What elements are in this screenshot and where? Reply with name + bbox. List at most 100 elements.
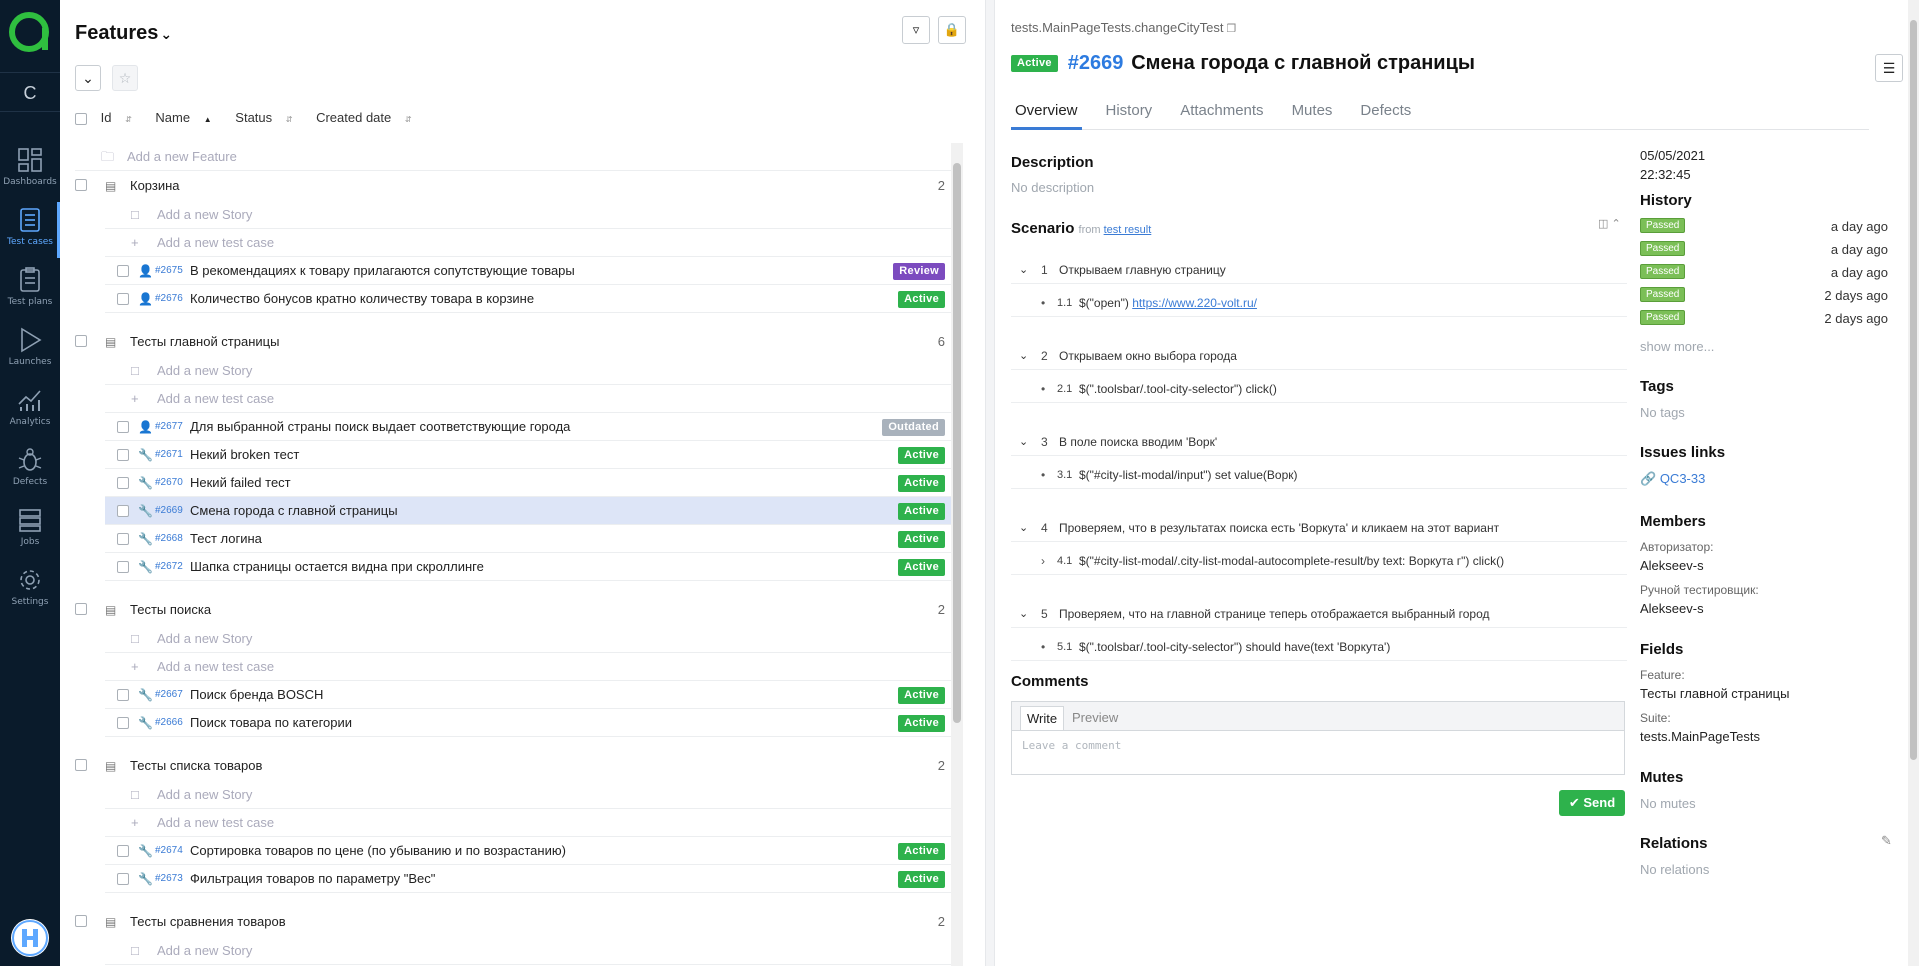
add-story-row[interactable]: □ Add a new Story (105, 937, 955, 965)
tab-defects[interactable]: Defects (1356, 100, 1415, 127)
allure-logo-icon[interactable] (8, 10, 52, 54)
add-test-row[interactable]: + Add a new test case (105, 229, 955, 257)
send-button[interactable]: ✔ Send (1559, 790, 1625, 816)
nav-analytics[interactable]: Analytics (0, 382, 60, 438)
lock-button[interactable]: 🔒 (938, 16, 966, 44)
folder-checkbox[interactable] (75, 179, 87, 191)
chevron-down-icon[interactable]: ⌄ (1019, 256, 1028, 284)
add-story-row[interactable]: □ Add a new Story (105, 781, 955, 809)
nav-dashboards[interactable]: Dashboards (0, 142, 60, 198)
edit-icon[interactable]: ✎ (1881, 833, 1892, 849)
feature-folder[interactable]: ▤ Корзина 2 (75, 171, 955, 201)
test-case-checkbox[interactable] (117, 561, 129, 573)
add-test-row[interactable]: + Add a new test case (105, 809, 955, 837)
test-case-checkbox[interactable] (117, 533, 129, 545)
tab-mutes[interactable]: Mutes (1288, 100, 1337, 127)
scenario-substep[interactable]: • 5.1 $(".toolsbar/.tool-city-selector") s… (1011, 633, 1627, 661)
comment-tab-preview[interactable]: Preview (1066, 706, 1124, 730)
chevron-down-icon[interactable]: ⌄ (1019, 428, 1028, 456)
issue-link[interactable]: 🔗 QC3-33 (1640, 471, 1705, 487)
add-feature-row[interactable]: 🗀 Add a new Feature (75, 143, 955, 171)
test-case-row[interactable]: 🔧 #2666 Поиск товара по категории Active (105, 709, 955, 737)
test-case-row[interactable]: 🔧 #2674 Сортировка товаров по цене (по убы… (105, 837, 955, 865)
scenario-step[interactable]: ⌄ 5 Проверяем, что на главной странице теп… (1011, 600, 1627, 628)
filter-button[interactable]: ▿ (902, 16, 930, 44)
substep-link[interactable]: https://www.220-volt.ru/ (1132, 296, 1257, 310)
col-name[interactable]: Name ▲ (155, 110, 221, 125)
folder-checkbox[interactable] (75, 603, 87, 615)
chevron-down-icon[interactable]: ⌄ (1019, 514, 1028, 542)
folder-checkbox[interactable] (75, 759, 87, 771)
chevron-down-icon[interactable]: ⌄ (1019, 600, 1028, 628)
favorite-button[interactable]: ☆ (112, 65, 138, 91)
test-case-checkbox[interactable] (117, 689, 129, 701)
scenario-step[interactable]: ⌄ 2 Открываем окно выбора города (1011, 342, 1627, 370)
add-story-row[interactable]: □ Add a new Story (105, 201, 955, 229)
test-case-checkbox[interactable] (117, 717, 129, 729)
test-case-row[interactable]: 🔧 #2670 Некий failed тест Active (105, 469, 955, 497)
scenario-substep[interactable]: • 1.1 $("open") https://www.220-volt.ru/ (1011, 289, 1627, 317)
test-case-row[interactable]: 👤 #2676 Количество бонусов кратно количест… (105, 285, 955, 313)
feature-folder[interactable]: ▤ Тесты сравнения товаров 2 (75, 907, 955, 937)
test-case-checkbox[interactable] (117, 845, 129, 857)
project-switcher[interactable]: C (0, 72, 60, 112)
scenario-step[interactable]: ⌄ 1 Открываем главную страницу (1011, 256, 1627, 284)
expand-button[interactable]: ⌄ (75, 65, 101, 91)
history-row[interactable]: Passed a day ago (1640, 263, 1888, 283)
scenario-substep[interactable]: › 4.1 $("#city-list-modal/.city-list-modal… (1011, 547, 1627, 575)
comment-input[interactable]: Leave a comment (1012, 730, 1624, 774)
nav-jobs[interactable]: Jobs (0, 502, 60, 558)
history-row[interactable]: Passed a day ago (1640, 217, 1888, 237)
chevron-down-icon[interactable]: ⌄ (1019, 342, 1028, 370)
test-result-link[interactable]: test result (1104, 224, 1152, 236)
layout-icon[interactable]: ◫ (1598, 218, 1608, 230)
chevron-right-icon[interactable]: › (1041, 547, 1045, 575)
test-case-checkbox[interactable] (117, 873, 129, 885)
detail-scrollbar[interactable] (1908, 0, 1919, 966)
feature-folder[interactable]: ▤ Тесты поиска 2 (75, 595, 955, 625)
nav-settings[interactable]: Settings (0, 562, 60, 618)
menu-button[interactable]: ☰ (1875, 54, 1903, 82)
test-case-checkbox[interactable] (117, 265, 129, 277)
show-more-link[interactable]: show more... (1640, 339, 1714, 354)
tab-attachments[interactable]: Attachments (1176, 100, 1267, 127)
nav-defects[interactable]: Defects (0, 442, 60, 498)
test-case-row[interactable]: 🔧 #2669 Смена города с главной страницы Act… (105, 497, 955, 525)
test-case-row[interactable]: 🔧 #2668 Тест логина Active (105, 525, 955, 553)
test-case-row[interactable]: 🔧 #2672 Шапка страницы остается видна при … (105, 553, 955, 581)
tab-history[interactable]: History (1102, 100, 1157, 127)
comment-tab-write[interactable]: Write (1020, 706, 1065, 730)
panel-splitter[interactable] (985, 0, 995, 966)
add-story-row[interactable]: □ Add a new Story (105, 357, 955, 385)
col-id[interactable]: Id ⇵ (101, 110, 142, 125)
scenario-step[interactable]: ⌄ 3 В поле поиска вводим 'Ворк' (1011, 428, 1627, 456)
tree-title[interactable]: Features ⌄ (75, 22, 172, 45)
test-case-checkbox[interactable] (117, 293, 129, 305)
col-status[interactable]: Status ⇵ (235, 110, 302, 125)
add-test-row[interactable]: + Add a new test case (105, 385, 955, 413)
select-all-checkbox[interactable] (75, 112, 87, 125)
scrollbar-thumb[interactable] (953, 163, 961, 723)
folder-checkbox[interactable] (75, 915, 87, 927)
tree-scrollbar[interactable] (951, 143, 963, 966)
collapse-icon[interactable]: ⌃ (1611, 218, 1620, 230)
add-story-row[interactable]: □ Add a new Story (105, 625, 955, 653)
folder-checkbox[interactable] (75, 335, 87, 347)
history-row[interactable]: Passed 2 days ago (1640, 309, 1888, 329)
copy-icon[interactable]: ❐ (1226, 23, 1236, 35)
nav-test-plans[interactable]: Test plans (0, 262, 60, 318)
user-avatar[interactable] (11, 919, 49, 957)
tab-overview[interactable]: Overview (1011, 100, 1082, 130)
history-row[interactable]: Passed 2 days ago (1640, 286, 1888, 306)
test-case-checkbox[interactable] (117, 477, 129, 489)
test-case-row[interactable]: 🔧 #2673 Фильтрация товаров по параметру "В… (105, 865, 955, 893)
test-case-checkbox[interactable] (117, 505, 129, 517)
add-test-row[interactable]: + Add a new test case (105, 653, 955, 681)
feature-folder[interactable]: ▤ Тесты списка товаров 2 (75, 751, 955, 781)
test-case-checkbox[interactable] (117, 449, 129, 461)
test-case-row[interactable]: 🔧 #2667 Поиск бренда BOSCH Active (105, 681, 955, 709)
test-case-row[interactable]: 🔧 #2671 Некий broken тест Active (105, 441, 955, 469)
feature-folder[interactable]: ▤ Тесты главной страницы 6 (75, 327, 955, 357)
scenario-step[interactable]: ⌄ 4 Проверяем, что в результатах поиска ес… (1011, 514, 1627, 542)
nav-test-cases[interactable]: Test cases (0, 202, 60, 258)
